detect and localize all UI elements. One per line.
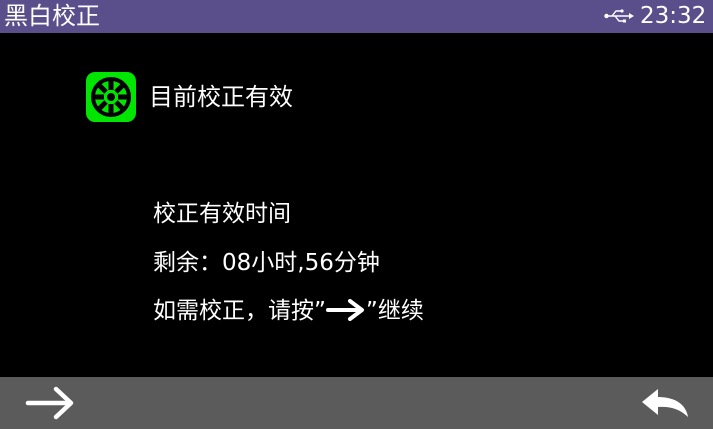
arrow-right-icon <box>25 386 74 420</box>
page-title: 黑白校正 <box>4 2 100 30</box>
valid-time-label: 校正有效时间 <box>153 201 291 227</box>
instruction-text-after: ”继续 <box>365 298 424 324</box>
bottom-bar <box>0 377 713 429</box>
status-text: 目前校正有效 <box>149 83 293 111</box>
next-button[interactable] <box>22 383 78 423</box>
title-bar: 黑白校正 23:32 <box>0 0 713 33</box>
back-button[interactable] <box>636 383 692 423</box>
calibration-valid-icon <box>86 72 136 122</box>
arrow-right-icon <box>325 299 364 321</box>
instruction-text: 如需校正，请按” ”继续 <box>153 295 424 327</box>
return-icon <box>642 389 688 417</box>
usb-icon <box>604 9 634 23</box>
clock: 23:32 <box>640 3 707 29</box>
remaining-time: 剩余：08小时,56分钟 <box>153 250 380 276</box>
instruction-text-before: 如需校正，请按” <box>153 298 326 324</box>
